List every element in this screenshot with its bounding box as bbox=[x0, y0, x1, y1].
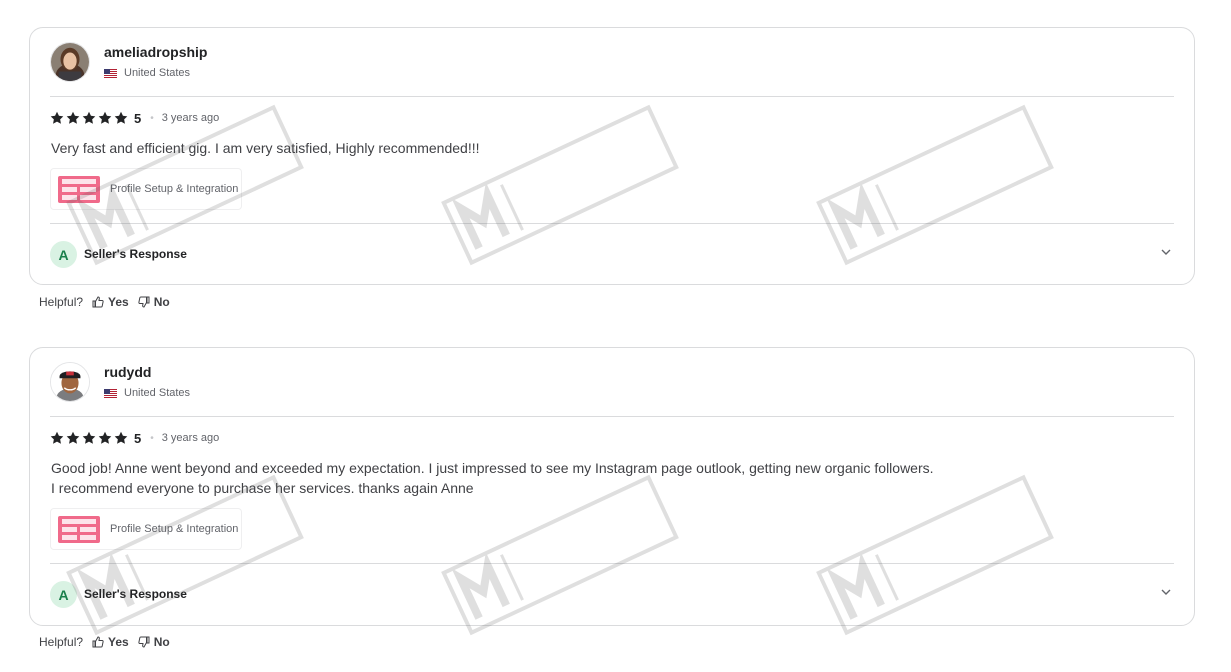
rating-value: 5 bbox=[134, 110, 142, 126]
helpful-no-button[interactable]: No bbox=[138, 295, 170, 309]
review-text: Very fast and efficient gig. I am very s… bbox=[51, 138, 480, 158]
star-icon bbox=[50, 431, 65, 446]
separator-dot: • bbox=[150, 432, 154, 444]
yes-label: Yes bbox=[108, 295, 129, 309]
country-name: United States bbox=[124, 67, 191, 79]
star-icon bbox=[98, 431, 113, 446]
us-flag-icon bbox=[104, 68, 117, 78]
star-icon bbox=[82, 111, 97, 126]
star-icon bbox=[114, 431, 129, 446]
review-text: Good job! Anne went beyond and exceeded … bbox=[51, 458, 934, 498]
gig-item[interactable]: Profile Setup & Integration bbox=[50, 508, 242, 550]
star-icon bbox=[50, 111, 65, 126]
thumbs-down-icon bbox=[138, 636, 150, 648]
star-rating bbox=[50, 111, 130, 126]
star-rating bbox=[50, 431, 130, 446]
thumbs-up-icon bbox=[92, 636, 104, 648]
review-time: 3 years ago bbox=[161, 112, 220, 124]
seller-avatar-badge: A bbox=[50, 581, 77, 608]
star-icon bbox=[66, 431, 81, 446]
divider bbox=[50, 416, 1174, 417]
separator-dot: • bbox=[150, 112, 154, 124]
no-label: No bbox=[153, 295, 170, 309]
reviewer-country: United States bbox=[104, 67, 190, 79]
reviewer-username[interactable]: rudydd bbox=[104, 364, 151, 380]
review-text-line: I recommend everyone to purchase her ser… bbox=[51, 480, 474, 496]
divider bbox=[50, 223, 1174, 224]
helpful-yes-button[interactable]: Yes bbox=[92, 635, 129, 649]
no-label: No bbox=[153, 635, 170, 649]
seller-response-toggle[interactable]: Seller's Response bbox=[84, 587, 187, 601]
helpful-row: Helpful? Yes No bbox=[39, 295, 179, 309]
reviewer-username[interactable]: ameliadropship bbox=[104, 44, 207, 60]
helpful-yes-button[interactable]: Yes bbox=[92, 295, 129, 309]
yes-label: Yes bbox=[108, 635, 129, 649]
reviewer-country: United States bbox=[104, 387, 190, 399]
rating-value: 5 bbox=[134, 430, 142, 446]
divider bbox=[50, 563, 1174, 564]
rating-row: 5 • 3 years ago bbox=[50, 428, 219, 448]
review-time: 3 years ago bbox=[161, 432, 220, 444]
divider bbox=[50, 96, 1174, 97]
helpful-no-button[interactable]: No bbox=[138, 635, 170, 649]
review-card: rudydd United States 5 • 3 years ago Goo… bbox=[29, 347, 1195, 626]
gig-thumbnail bbox=[58, 175, 100, 203]
review-text-line: Good job! Anne went beyond and exceeded … bbox=[51, 460, 934, 476]
us-flag-icon bbox=[104, 388, 117, 398]
gig-item[interactable]: Profile Setup & Integration bbox=[50, 168, 242, 210]
country-name: United States bbox=[124, 387, 191, 399]
review-text-line: Very fast and efficient gig. I am very s… bbox=[51, 140, 480, 156]
rating-row: 5 • 3 years ago bbox=[50, 108, 219, 128]
seller-avatar-badge: A bbox=[50, 241, 77, 268]
helpful-row: Helpful? Yes No bbox=[39, 635, 179, 649]
avatar[interactable] bbox=[50, 362, 90, 402]
helpful-label: Helpful? bbox=[39, 635, 84, 649]
thumbs-up-icon bbox=[92, 296, 104, 308]
thumbs-down-icon bbox=[138, 296, 150, 308]
chevron-down-icon[interactable] bbox=[1160, 246, 1172, 258]
review-card: ameliadropship United States 5 • 3 years… bbox=[29, 27, 1195, 285]
star-icon bbox=[82, 431, 97, 446]
star-icon bbox=[114, 111, 129, 126]
chevron-down-icon[interactable] bbox=[1160, 586, 1172, 598]
helpful-label: Helpful? bbox=[39, 295, 84, 309]
avatar[interactable] bbox=[50, 42, 90, 82]
gig-thumbnail bbox=[58, 515, 100, 543]
seller-response-toggle[interactable]: Seller's Response bbox=[84, 247, 187, 261]
gig-label: Profile Setup & Integration bbox=[110, 183, 239, 195]
star-icon bbox=[98, 111, 113, 126]
gig-label: Profile Setup & Integration bbox=[110, 523, 239, 535]
star-icon bbox=[66, 111, 81, 126]
